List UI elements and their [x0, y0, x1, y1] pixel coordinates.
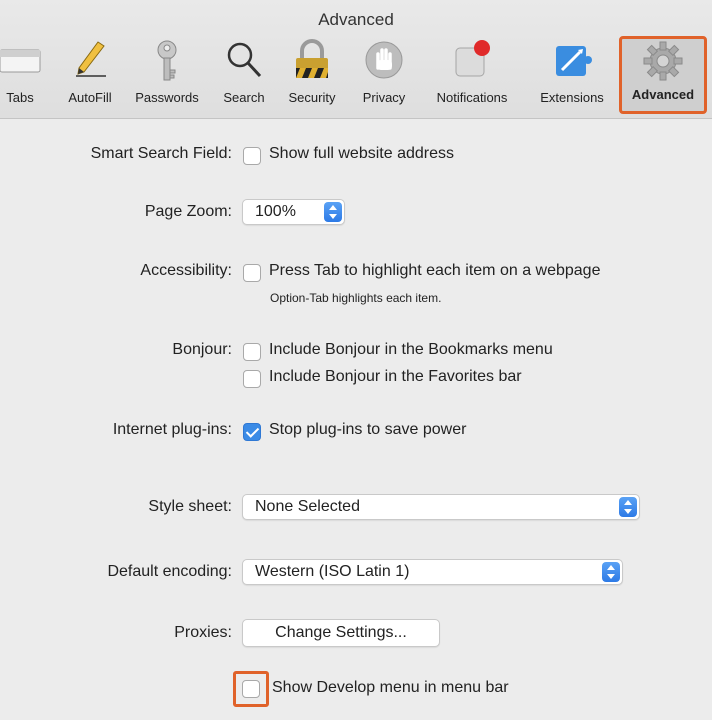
tab-label: Security [288, 90, 336, 105]
show-develop-checkbox[interactable] [242, 680, 260, 698]
hand-icon [365, 41, 403, 79]
gear-icon [643, 41, 683, 81]
lock-icon [296, 39, 328, 78]
tabs-icon [0, 49, 41, 73]
tab-label: AutoFill [68, 90, 112, 105]
tab-advanced[interactable]: Advanced [619, 36, 707, 114]
show-full-address-checkbox[interactable] [243, 147, 261, 165]
tab-label: Notifications [436, 90, 508, 105]
style-sheet-label: Style sheet: [148, 498, 232, 515]
press-tab-checkbox[interactable] [243, 264, 261, 282]
stepper-icon [602, 562, 620, 582]
tab-label: Search [223, 90, 265, 105]
bonjour-label: Bonjour: [172, 341, 232, 358]
puzzle-icon [556, 46, 592, 76]
bonjour-favorites-checkbox[interactable] [243, 370, 261, 388]
change-settings-button[interactable]: Change Settings... [242, 619, 440, 647]
tab-passwords[interactable]: Passwords [124, 38, 210, 112]
stepper-icon [619, 497, 637, 517]
tab-label: Tabs [6, 90, 34, 105]
magnifier-icon [227, 42, 262, 78]
tab-notifications[interactable]: Notifications [420, 38, 524, 112]
bonjour-bookmarks-checkbox[interactable] [243, 343, 261, 361]
bonjour-bookmarks-text: Include Bonjour in the Bookmarks menu [269, 341, 553, 358]
style-sheet-value: None Selected [255, 498, 360, 515]
tab-label: Advanced [631, 87, 695, 102]
tab-search[interactable]: Search [214, 38, 274, 112]
bonjour-favorites-text: Include Bonjour in the Favorites bar [269, 368, 522, 385]
tab-label: Extensions [540, 90, 604, 105]
encoding-value: Western (ISO Latin 1) [255, 563, 410, 580]
encoding-label: Default encoding: [107, 563, 232, 580]
accessibility-hint: Option-Tab highlights each item. [270, 291, 442, 305]
press-tab-text: Press Tab to highlight each item on a we… [269, 262, 601, 279]
style-sheet-select[interactable]: None Selected [242, 494, 640, 520]
accessibility-label: Accessibility: [140, 262, 232, 279]
stop-plugins-text: Stop plug-ins to save power [269, 421, 467, 438]
tab-extensions[interactable]: Extensions [528, 38, 616, 112]
tab-security[interactable]: Security [278, 38, 346, 112]
encoding-select[interactable]: Western (ISO Latin 1) [242, 559, 623, 585]
tab-label: Passwords [135, 90, 199, 105]
tab-label: Privacy [362, 90, 406, 105]
page-zoom-label: Page Zoom: [144, 203, 232, 220]
show-full-address-text: Show full website address [269, 145, 454, 162]
tab-tabs[interactable]: Tabs [0, 38, 46, 112]
window-title: Advanced [318, 10, 394, 29]
proxies-label: Proxies: [174, 624, 232, 641]
page-zoom-value: 100% [255, 203, 296, 220]
stop-plugins-checkbox[interactable] [243, 423, 261, 441]
page-zoom-select[interactable]: 100% [242, 199, 345, 225]
tab-autofill[interactable]: AutoFill [58, 38, 122, 112]
preferences-toolbar: Advanced Tabs AutoFill Passwords Search … [0, 0, 712, 119]
pencil-icon [76, 41, 106, 77]
tab-privacy[interactable]: Privacy [352, 38, 416, 112]
smart-search-label: Smart Search Field: [90, 145, 232, 162]
stepper-icon [324, 202, 342, 222]
plugins-label: Internet plug-ins: [112, 421, 232, 438]
key-icon [157, 40, 177, 81]
notifications-icon [455, 40, 490, 77]
show-develop-text: Show Develop menu in menu bar [272, 679, 509, 696]
